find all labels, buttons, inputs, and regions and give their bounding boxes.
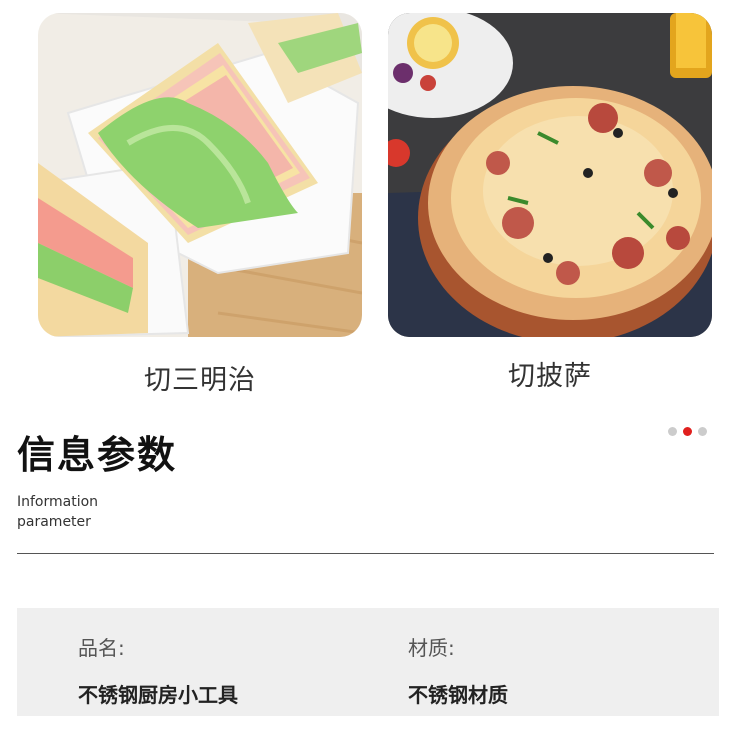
spec-key: 品名: (78, 636, 125, 660)
sandwich-photo (38, 13, 362, 337)
sandwich-caption: 切三明治 (144, 365, 256, 396)
pager-dot[interactable] (698, 427, 707, 436)
section-subtitle-line1: Information (17, 494, 99, 510)
section-subtitle: Information parameter (17, 492, 98, 532)
section-title: 信息参数 (17, 433, 178, 477)
spec-product-name: 品名: 不锈钢厨房小工具 (78, 632, 238, 708)
carousel-pager (668, 427, 707, 436)
spec-material: 材质: 不锈钢材质 (408, 632, 508, 708)
section-divider (17, 553, 714, 554)
pager-dot[interactable] (668, 427, 677, 436)
spec-value: 不锈钢材质 (408, 683, 508, 707)
pizza-caption: 切披萨 (508, 361, 592, 392)
spec-value: 不锈钢厨房小工具 (78, 683, 238, 707)
spec-panel: 品名: 不锈钢厨房小工具 材质: 不锈钢材质 (17, 608, 719, 716)
section-subtitle-line2: parameter (17, 514, 91, 530)
pager-dot-active[interactable] (683, 427, 692, 436)
pizza-image (388, 13, 712, 337)
sandwich-image (38, 13, 362, 337)
spec-key: 材质: (408, 636, 455, 660)
pizza-photo (388, 13, 712, 337)
